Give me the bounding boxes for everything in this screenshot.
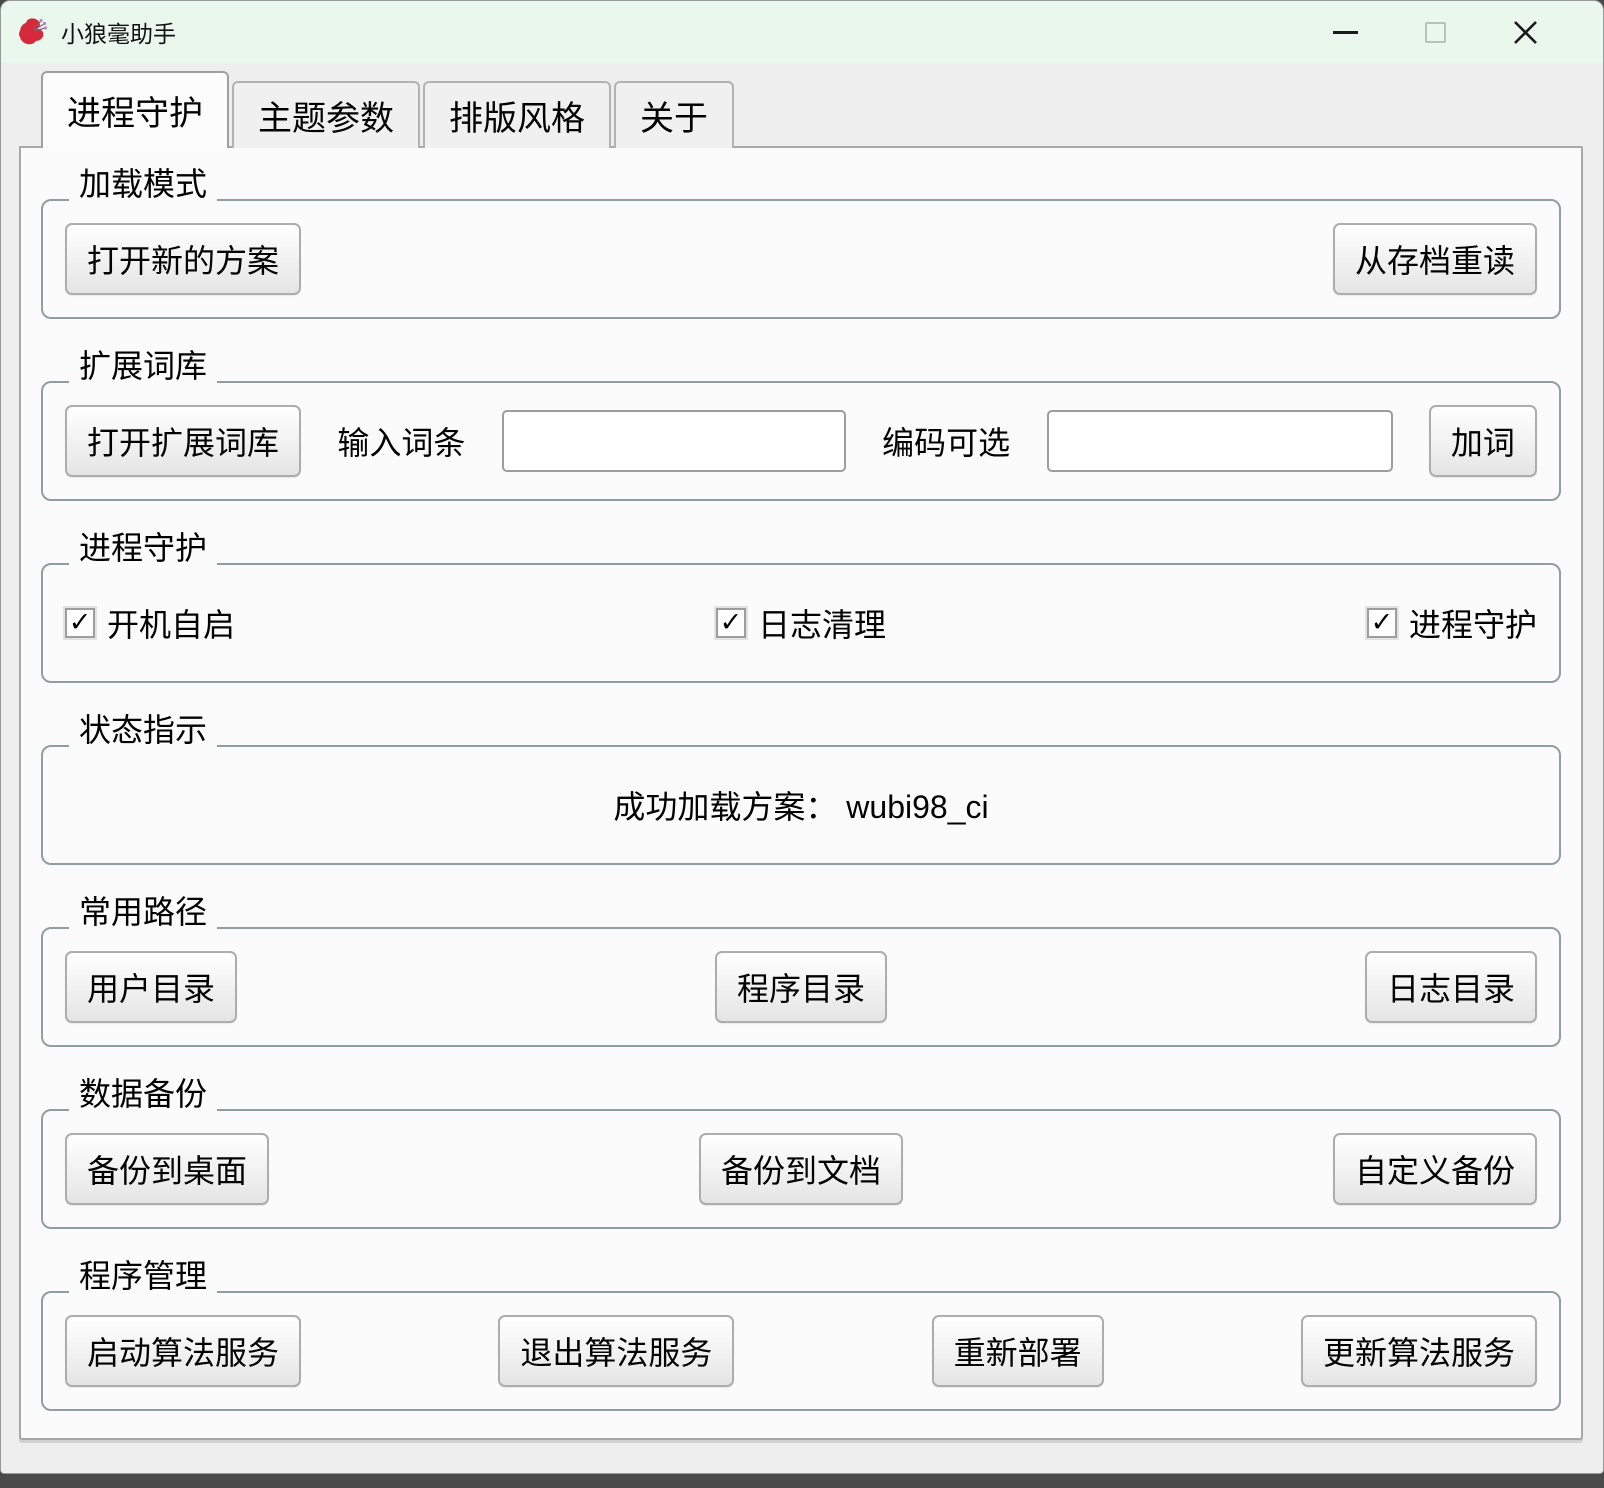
checkbox-autostart[interactable]: ✓ 开机自启 <box>63 600 236 646</box>
backup-custom-button[interactable]: 自定义备份 <box>1332 1133 1537 1205</box>
group-load-mode: 加载模式 打开新的方案 从存档重读 <box>41 161 1561 319</box>
tab-page-process-guard: 加载模式 打开新的方案 从存档重读 扩展词库 打开扩展词库 输入词条 编码可选 … <box>19 146 1583 1440</box>
window-controls <box>1331 18 1587 46</box>
update-algo-service-button[interactable]: 更新算法服务 <box>1300 1315 1537 1387</box>
group-process-guard: 进程守护 ✓ 开机自启 ✓ 日志清理 ✓ 进程守护 <box>41 525 1561 683</box>
tab-about[interactable]: 关于 <box>614 81 734 148</box>
minimize-button[interactable] <box>1331 18 1359 46</box>
log-dir-button[interactable]: 日志目录 <box>1364 951 1537 1023</box>
autostart-checkbox-box: ✓ <box>63 606 97 640</box>
group-status-title: 状态指示 <box>69 707 218 753</box>
minimize-icon <box>1332 30 1358 34</box>
group-common-paths-title: 常用路径 <box>69 889 218 935</box>
checkbox-log-clean[interactable]: ✓ 日志清理 <box>713 600 886 646</box>
start-algo-service-button[interactable]: 启动算法服务 <box>65 1315 302 1387</box>
user-dir-button[interactable]: 用户目录 <box>65 951 238 1023</box>
log-clean-label: 日志清理 <box>757 607 886 643</box>
checkbox-process-guard[interactable]: ✓ 进程守护 <box>1364 600 1537 646</box>
backup-desktop-button[interactable]: 备份到桌面 <box>65 1133 270 1205</box>
tab-process-guard[interactable]: 进程守护 <box>41 71 229 151</box>
checkmark-icon: ✓ <box>1370 606 1394 637</box>
code-input[interactable] <box>1046 410 1393 472</box>
group-data-backup: 数据备份 备份到桌面 备份到文档 自定义备份 <box>41 1071 1561 1229</box>
open-new-scheme-button[interactable]: 打开新的方案 <box>65 223 302 295</box>
background-window-fragment <box>0 1474 1604 1488</box>
reload-from-archive-button[interactable]: 从存档重读 <box>1332 223 1537 295</box>
entry-label: 输入词条 <box>337 425 466 461</box>
group-program-manage: 程序管理 启动算法服务 退出算法服务 重新部署 更新算法服务 <box>41 1253 1561 1411</box>
code-label: 编码可选 <box>882 425 1011 461</box>
close-icon <box>1513 20 1537 44</box>
tab-layout-style[interactable]: 排版风格 <box>423 81 611 148</box>
hibiscus-flower-icon <box>19 18 48 45</box>
quit-algo-service-button[interactable]: 退出算法服务 <box>498 1315 735 1387</box>
tab-theme-params[interactable]: 主题参数 <box>232 81 420 148</box>
checkmark-icon: ✓ <box>68 606 92 637</box>
group-load-mode-title: 加载模式 <box>69 161 218 207</box>
group-process-guard-title: 进程守护 <box>69 525 218 571</box>
status-message: 成功加载方案： wubi98_ci <box>613 789 989 825</box>
maximize-button[interactable] <box>1421 18 1449 46</box>
tab-bar: 进程守护 主题参数 排版风格 关于 <box>41 71 737 151</box>
group-extended-dict: 扩展词库 打开扩展词库 输入词条 编码可选 加词 <box>41 343 1561 501</box>
maximize-icon <box>1424 21 1446 43</box>
open-extended-dict-button[interactable]: 打开扩展词库 <box>65 405 302 477</box>
close-button[interactable] <box>1511 18 1539 46</box>
window-title: 小狼毫助手 <box>61 21 176 47</box>
group-program-manage-title: 程序管理 <box>69 1253 218 1299</box>
program-dir-button[interactable]: 程序目录 <box>714 951 887 1023</box>
group-common-paths: 常用路径 用户目录 程序目录 日志目录 <box>41 889 1561 1047</box>
group-extended-dict-title: 扩展词库 <box>69 343 218 389</box>
log-clean-checkbox-box: ✓ <box>713 606 748 640</box>
backup-documents-button[interactable]: 备份到文档 <box>698 1133 903 1205</box>
checkmark-icon: ✓ <box>719 606 743 637</box>
redeploy-button[interactable]: 重新部署 <box>931 1315 1104 1387</box>
process-guard-checkbox-box: ✓ <box>1364 606 1399 640</box>
process-guard-label: 进程守护 <box>1408 607 1537 643</box>
entry-input[interactable] <box>501 410 846 472</box>
group-status: 状态指示 成功加载方案： wubi98_ci <box>41 707 1561 865</box>
autostart-label: 开机自启 <box>107 607 236 643</box>
app-window: 小狼毫助手 进程守护 主题参数 排版风格 关于 加载模式 打开新的方案 从存档重… <box>0 0 1604 1474</box>
titlebar: 小狼毫助手 <box>1 1 1603 63</box>
group-data-backup-title: 数据备份 <box>69 1071 218 1117</box>
add-word-button[interactable]: 加词 <box>1428 405 1537 477</box>
